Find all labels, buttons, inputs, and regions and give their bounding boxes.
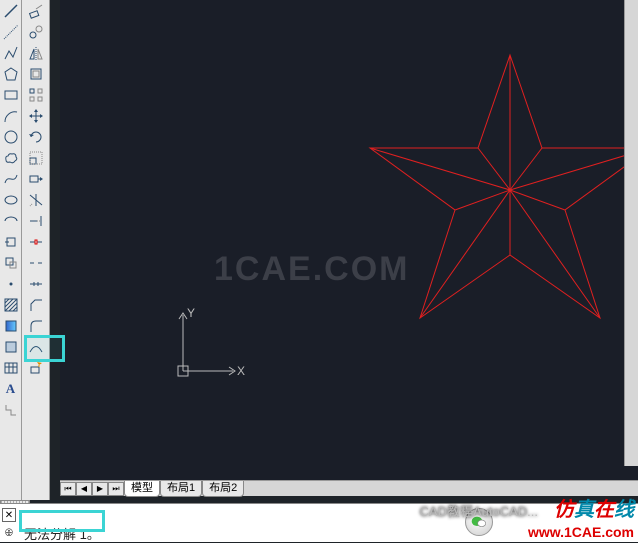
draw-toolbar: A (0, 0, 22, 500)
circle-icon[interactable] (1, 127, 21, 147)
bottom-tab-bar: ⏮ ◀ ▶ ⏭ 模型 布局1 布局2 (60, 480, 638, 496)
erase-icon[interactable] (26, 1, 46, 21)
join-icon[interactable] (26, 274, 46, 294)
command-close-icon[interactable]: ✕ (2, 508, 16, 522)
make-block-icon[interactable] (1, 253, 21, 273)
modify-toolbar (22, 0, 50, 500)
star-drawing (360, 50, 638, 330)
polygon-icon[interactable] (1, 64, 21, 84)
mirror-icon[interactable] (26, 43, 46, 63)
tab-nav-first[interactable]: ⏮ (60, 482, 76, 496)
copy-icon[interactable] (26, 22, 46, 42)
extend-icon[interactable] (26, 211, 46, 231)
trim-icon[interactable] (26, 190, 46, 210)
offset-icon[interactable] (26, 64, 46, 84)
tab-model[interactable]: 模型 (124, 481, 160, 497)
svg-text:X: X (237, 364, 245, 378)
command-lock-icon[interactable]: 🕀 (2, 526, 16, 540)
break-at-point-icon[interactable] (26, 232, 46, 252)
spline-icon[interactable] (1, 169, 21, 189)
explode-highlight (24, 335, 65, 362)
watermark-brand: 仿真在线 (554, 493, 634, 522)
tab-layout1[interactable]: 布局1 (160, 481, 202, 497)
drawing-area[interactable]: X Y (60, 0, 638, 480)
polyline-icon[interactable] (1, 43, 21, 63)
array-icon[interactable] (26, 85, 46, 105)
point-icon[interactable] (1, 274, 21, 294)
watermark-chat-text: CAD教程AutoCAD... (420, 501, 538, 520)
stretch-icon[interactable] (26, 169, 46, 189)
ellipse-arc-icon[interactable] (1, 211, 21, 231)
ellipse-icon[interactable] (1, 190, 21, 210)
revcloud-icon[interactable] (1, 148, 21, 168)
text-icon[interactable]: A (1, 379, 21, 399)
insert-block-icon[interactable] (1, 232, 21, 252)
tab-nav-last[interactable]: ⏭ (108, 482, 124, 496)
move-icon[interactable] (26, 106, 46, 126)
rotate-icon[interactable] (26, 127, 46, 147)
tab-nav-prev[interactable]: ◀ (76, 482, 92, 496)
hatch-icon[interactable] (1, 295, 21, 315)
fillet-icon[interactable] (26, 316, 46, 336)
tab-layout2[interactable]: 布局2 (202, 481, 244, 497)
line-icon[interactable] (1, 1, 21, 21)
gradient-icon[interactable] (1, 316, 21, 336)
scrollbar-vertical[interactable] (624, 0, 638, 466)
ucs-icon: X Y (175, 303, 255, 383)
svg-text:Y: Y (187, 306, 195, 320)
add-selected-icon[interactable] (1, 400, 21, 420)
arc-icon[interactable] (1, 106, 21, 126)
construction-line-icon[interactable] (1, 22, 21, 42)
tab-nav-next[interactable]: ▶ (92, 482, 108, 496)
watermark-url: www.1CAE.com (528, 524, 634, 540)
scale-icon[interactable] (26, 148, 46, 168)
chamfer-icon[interactable] (26, 295, 46, 315)
table-icon[interactable] (1, 358, 21, 378)
break-icon[interactable] (26, 253, 46, 273)
rectangle-icon[interactable] (1, 85, 21, 105)
region-icon[interactable] (1, 337, 21, 357)
